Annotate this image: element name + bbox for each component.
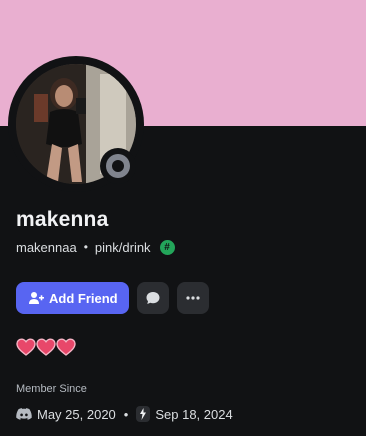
server-member-date: Sep 18, 2024 [155,406,233,422]
display-name: makenna [16,208,109,231]
member-since-label: Member Since [16,383,87,395]
discord-member-date: May 25, 2020 [37,406,116,422]
status-indicator [100,148,136,184]
user-tagline: makennaa • pink/drink # [16,238,175,256]
server-icon [136,406,151,422]
heart-icon [16,338,36,356]
add-friend-label: Add Friend [49,290,118,306]
discord-icon [16,408,32,420]
message-button[interactable] [136,282,169,314]
separator-dot: • [83,240,88,254]
hash-icon[interactable]: # [159,239,175,255]
more-button[interactable] [176,282,209,314]
status-hole [112,160,124,172]
offline-status-icon [106,154,130,178]
profile-actions: Add Friend [16,282,209,314]
add-user-icon [29,292,44,304]
username[interactable]: makennaa [16,240,77,255]
member-since-row: May 25, 2020 • Sep 18, 2024 [16,405,233,423]
chat-bubble-icon [146,292,160,304]
avatar-container[interactable] [8,56,144,192]
add-friend-button[interactable]: Add Friend [16,282,129,314]
pronouns: pink/drink [94,239,151,255]
heart-icon [36,338,56,356]
heart-icon [56,338,76,356]
separator-dot: • [123,406,129,422]
bio-hearts [16,338,76,356]
more-horizontal-icon [186,296,200,300]
